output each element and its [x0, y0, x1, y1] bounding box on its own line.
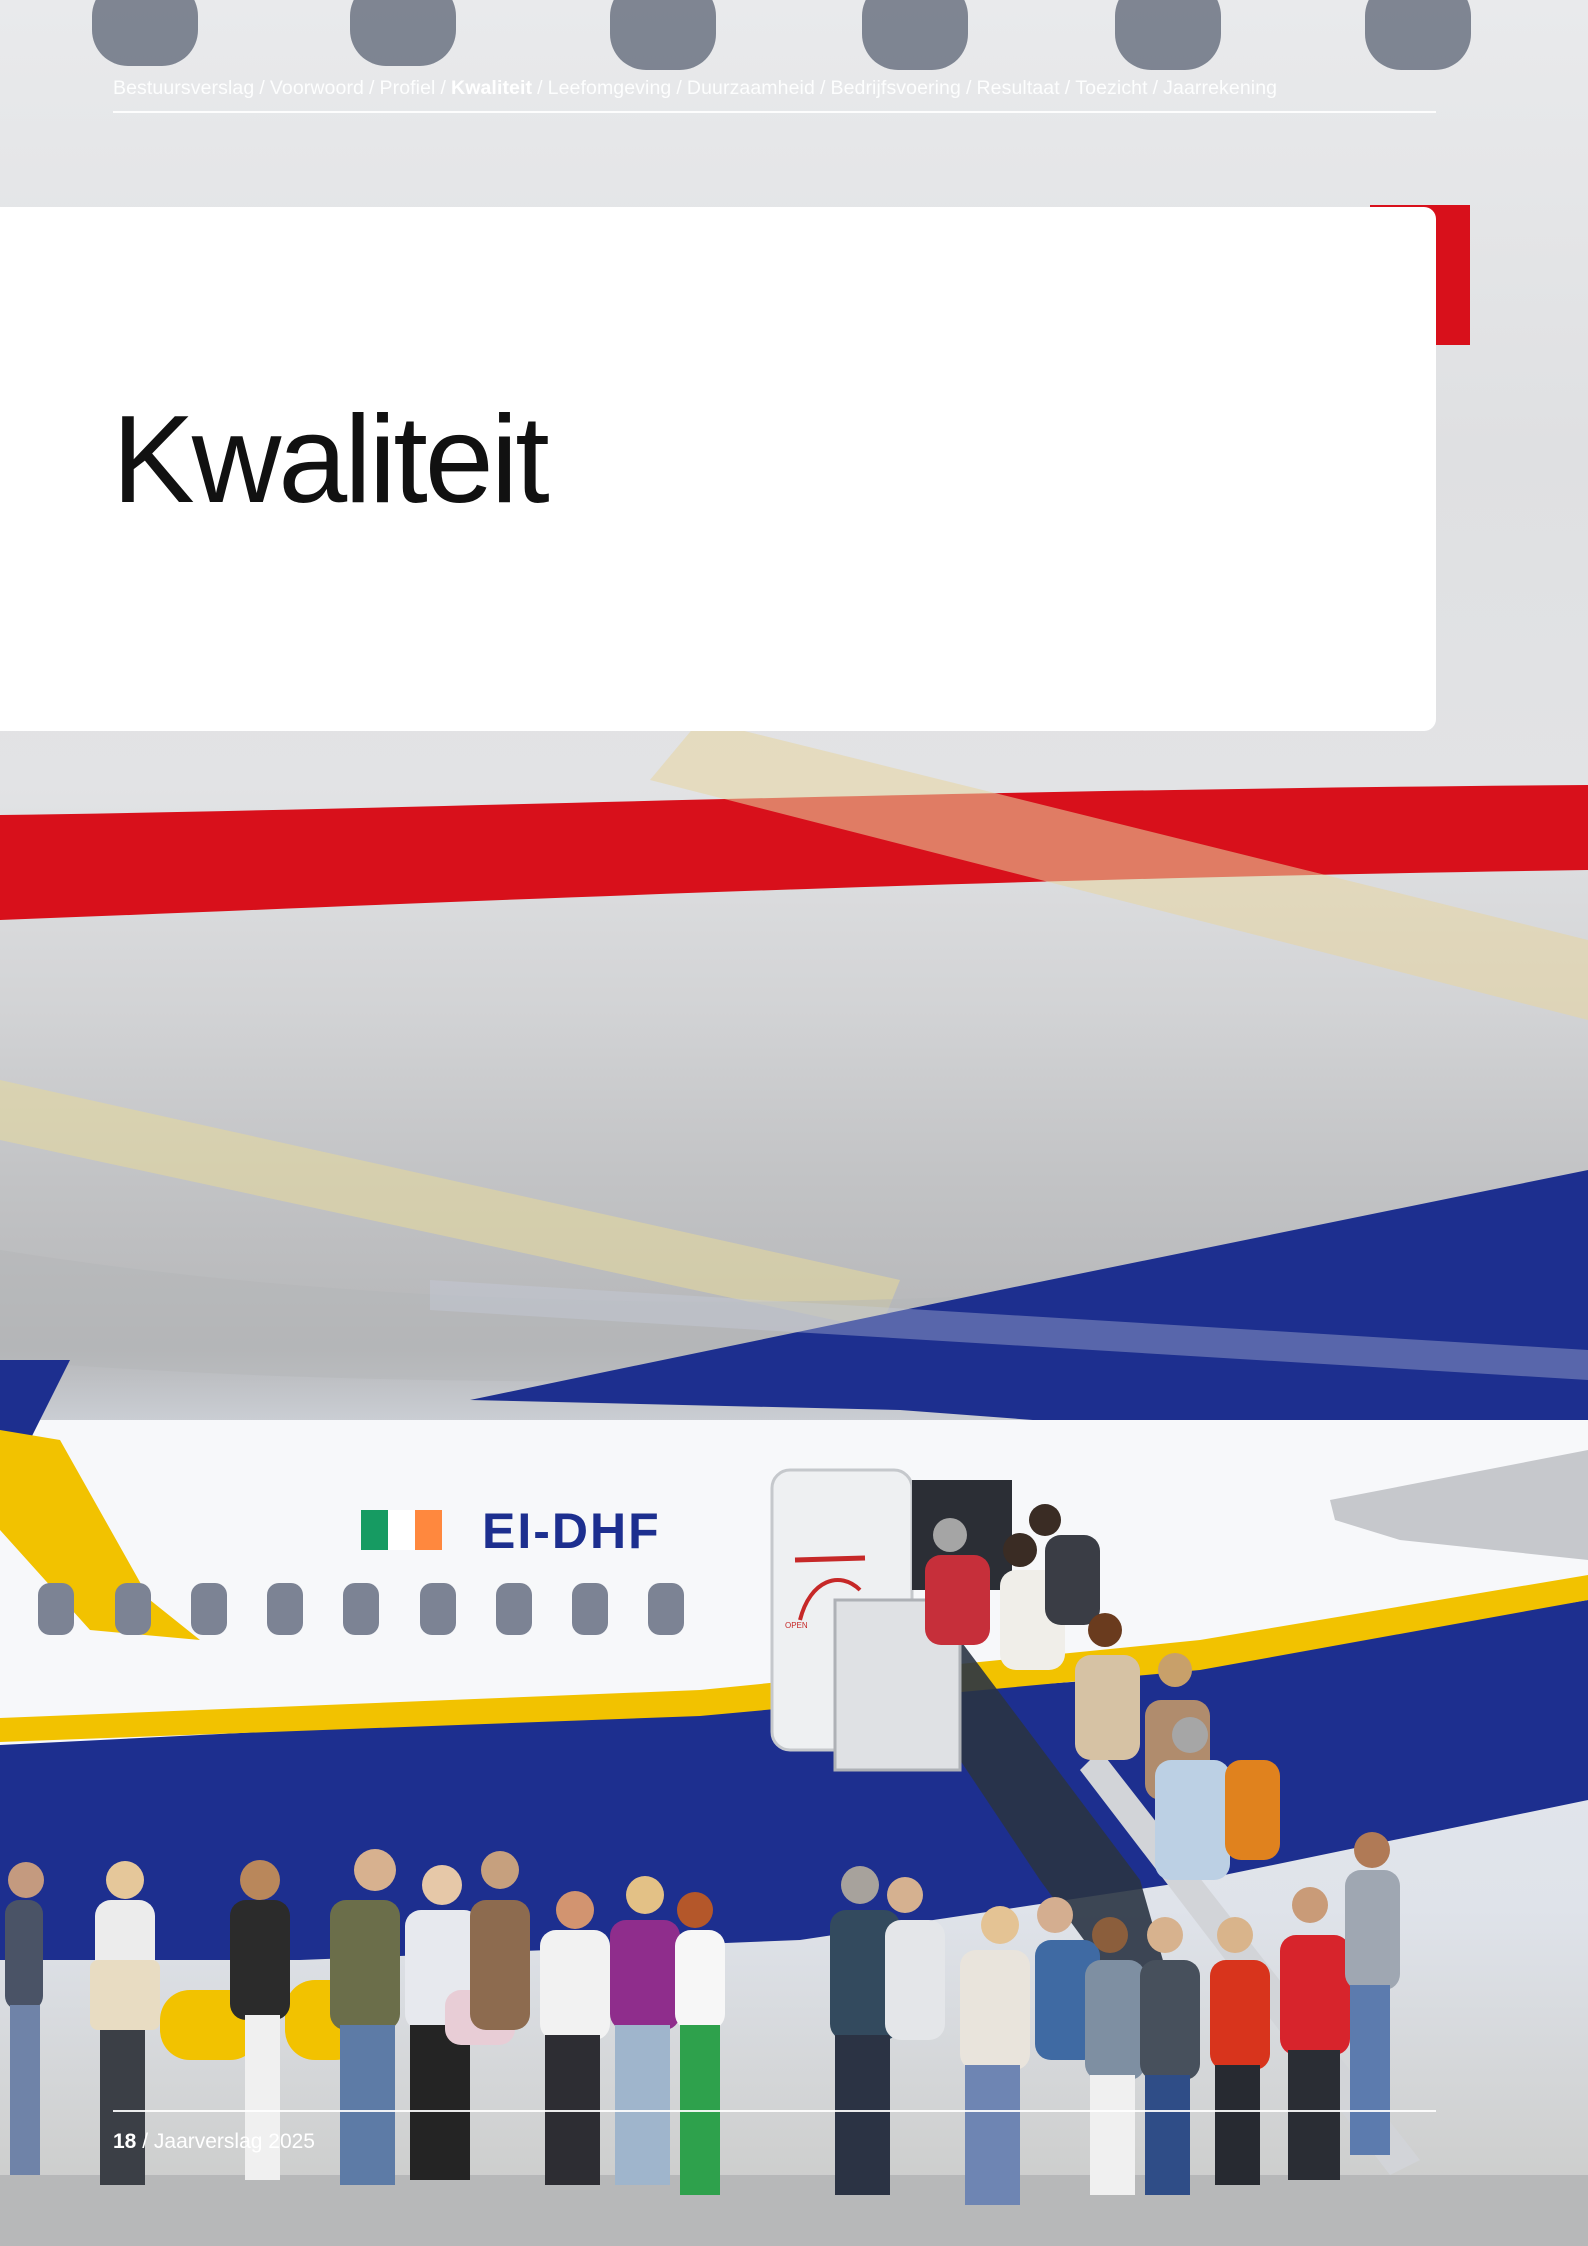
door-label: OPEN — [785, 1621, 808, 1630]
breadcrumb-item-kwaliteit[interactable]: Kwaliteit — [451, 77, 532, 99]
aircraft-registration: EI-DHF — [482, 1503, 661, 1559]
publication-name: Jaarverslag 2025 — [153, 2130, 315, 2153]
breadcrumb-separator: / — [676, 77, 682, 99]
breadcrumb-separator: / — [537, 77, 543, 99]
footer-divider — [113, 2110, 1436, 2112]
breadcrumb-item-leefomgeving[interactable]: Leefomgeving — [548, 77, 672, 99]
breadcrumb-item-jaarrekening[interactable]: Jaarrekening — [1163, 77, 1277, 99]
breadcrumb: Bestuursverslag / Voorwoord / Profiel / Kwalit… — [113, 77, 1436, 100]
breadcrumb-item-bedrijfsvoering[interactable]: Bedrijfsvoering — [830, 77, 960, 99]
breadcrumb-separator: / — [1152, 77, 1159, 99]
breadcrumb-separator: / — [259, 77, 265, 99]
page-footer: 18 / Jaarverslag 2025 — [113, 2130, 315, 2154]
breadcrumb-item-bestuursverslag[interactable]: Bestuursverslag — [113, 77, 254, 99]
breadcrumb-item-voorwoord[interactable]: Voorwoord — [270, 77, 364, 99]
breadcrumb-separator: / — [1064, 77, 1071, 99]
breadcrumb-separator: / — [368, 77, 375, 99]
breadcrumb-separator: / — [440, 77, 447, 99]
page-title: Kwaliteit — [112, 391, 550, 529]
breadcrumb-separator: / — [965, 77, 972, 99]
breadcrumb-item-profiel[interactable]: Profiel — [380, 77, 436, 99]
breadcrumb-item-duurzaamheid[interactable]: Duurzaamheid — [687, 77, 815, 99]
breadcrumb-divider — [113, 111, 1436, 113]
footer-separator: / — [142, 2130, 149, 2153]
breadcrumb-item-resultaat[interactable]: Resultaat — [976, 77, 1059, 99]
page-number: 18 — [113, 2130, 137, 2153]
breadcrumb-separator: / — [819, 77, 826, 99]
breadcrumb-item-toezicht[interactable]: Toezicht — [1075, 77, 1147, 99]
